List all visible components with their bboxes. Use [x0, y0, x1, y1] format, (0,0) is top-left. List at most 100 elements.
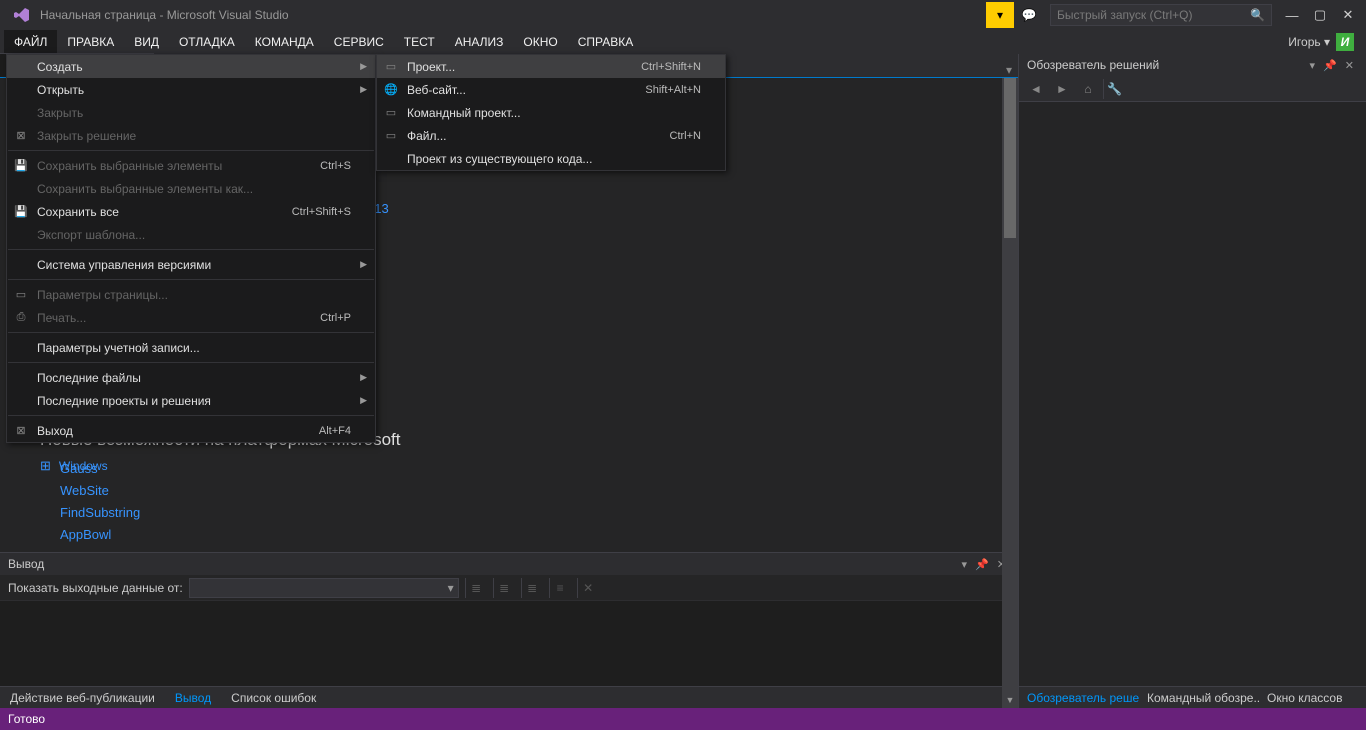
file-menu-item[interactable]: Последние файлы▶	[7, 366, 375, 389]
file-menu-item[interactable]: Создать ▶	[7, 55, 375, 78]
right-panel-tab[interactable]: Обозреватель реше...	[1019, 687, 1139, 708]
solution-explorer-title: Обозреватель решений	[1027, 58, 1159, 72]
new-menu-item[interactable]: ▭Командный проект...	[377, 101, 725, 124]
file-menu-item[interactable]: Система управления версиями ▶	[7, 253, 375, 276]
scroll-down-icon[interactable]: ▼	[1002, 692, 1018, 708]
menu-item-label: Система управления версиями	[37, 258, 211, 272]
output-btn-3[interactable]: ≣	[521, 578, 543, 598]
menu-item-icon: ▭	[383, 60, 399, 73]
scrollbar-thumb[interactable]	[1004, 78, 1016, 238]
vertical-scrollbar[interactable]: ▲ ▼	[1002, 78, 1018, 708]
menu-item-shortcut: Ctrl+Shift+S	[292, 206, 351, 218]
bottom-tab[interactable]: Действие веб-публикации	[0, 687, 165, 708]
chevron-right-icon: ▶	[360, 61, 367, 72]
chevron-right-icon: ▶	[360, 259, 367, 270]
file-menu-item[interactable]: Параметры учетной записи...	[7, 336, 375, 359]
solution-explorer-toolbar: ◄ ► ⌂ 🔧	[1019, 76, 1366, 102]
user-name: Игорь	[1288, 35, 1320, 49]
menu-item-shortcut: Ctrl+N	[670, 130, 701, 142]
recent-project-link[interactable]: AppBowl	[60, 524, 176, 546]
panel-pin-icon[interactable]: 📌	[1319, 59, 1341, 72]
recent-project-link[interactable]: Gauss	[60, 458, 176, 480]
output-btn-5[interactable]: ✕	[577, 578, 599, 598]
recent-project-link[interactable]: FindSubstring	[60, 502, 176, 524]
menu-item-label: Сохранить выбранные элементы как...	[37, 182, 253, 196]
menu-item-label: Создать	[37, 60, 83, 74]
file-menu-item[interactable]: ⊠ВыходAlt+F4	[7, 419, 375, 442]
close-button[interactable]: ✕	[1334, 2, 1362, 28]
menu-item-label: Открыть	[37, 83, 84, 97]
menu-item-label: Экспорт шаблона...	[37, 228, 145, 242]
output-toolbar: Показать выходные данные от: ▾ ≣ ≣ ≣ ≡ ✕	[0, 575, 1018, 601]
home-icon[interactable]: ⌂	[1077, 79, 1099, 99]
recent-project-link[interactable]: TRANSLANG_WEB	[60, 546, 176, 552]
menu-item-label: Печать...	[37, 311, 86, 325]
menu-вид[interactable]: ВИД	[124, 30, 169, 54]
menu-item-label: Командный проект...	[407, 106, 521, 120]
solution-explorer-body[interactable]	[1019, 102, 1366, 686]
menu-команда[interactable]: КОМАНДА	[245, 30, 324, 54]
output-body[interactable]	[0, 601, 1018, 686]
recent-project-link[interactable]: WebSite	[60, 480, 176, 502]
menu-окно[interactable]: ОКНО	[513, 30, 567, 54]
dropdown-icon[interactable]: ▾	[1006, 63, 1012, 77]
menu-правка[interactable]: ПРАВКА	[57, 30, 124, 54]
file-menu-item: Экспорт шаблона...	[7, 223, 375, 246]
output-btn-4[interactable]: ≡	[549, 578, 571, 598]
menu-отладка[interactable]: ОТЛАДКА	[169, 30, 245, 54]
panel-dropdown-icon[interactable]: ▾	[1306, 59, 1320, 72]
titlebar: Начальная страница - Microsoft Visual St…	[0, 0, 1366, 30]
notifications-icon[interactable]: 💬	[1016, 2, 1042, 28]
file-menu-item[interactable]: Открыть▶	[7, 78, 375, 101]
menu-item-label: Файл...	[407, 129, 447, 143]
bottom-tabs: Действие веб-публикацииВыводСписок ошибо…	[0, 686, 1018, 708]
bottom-tab[interactable]: Список ошибок	[221, 687, 326, 708]
panel-close-icon[interactable]: ✕	[1341, 59, 1358, 72]
menu-item-icon: ⎙	[13, 311, 29, 324]
menu-сервис[interactable]: СЕРВИС	[324, 30, 394, 54]
nav-back-icon[interactable]: ◄	[1025, 79, 1047, 99]
new-menu-item[interactable]: ▭Проект...Ctrl+Shift+N	[377, 55, 725, 78]
new-menu-item[interactable]: 🌐Веб-сайт...Shift+Alt+N	[377, 78, 725, 101]
menu-item-label: Параметры страницы...	[37, 288, 168, 302]
menu-item-shortcut: Ctrl+S	[320, 160, 351, 172]
right-panel-tab[interactable]: Окно классов	[1259, 687, 1350, 708]
menu-item-label: Закрыть	[37, 106, 83, 120]
platform-windows[interactable]: ⊞ Windows	[40, 458, 990, 474]
menu-item-label: Проект из существующего кода...	[407, 152, 592, 166]
output-btn-1[interactable]: ≣	[465, 578, 487, 598]
file-menu-item[interactable]: 💾Сохранить всеCtrl+Shift+S	[7, 200, 375, 223]
search-placeholder: Быстрый запуск (Ctrl+Q)	[1057, 8, 1250, 22]
nav-forward-icon[interactable]: ►	[1051, 79, 1073, 99]
properties-icon[interactable]: 🔧	[1103, 79, 1125, 99]
bottom-tab[interactable]: Вывод	[165, 687, 221, 708]
new-menu-item[interactable]: Проект из существующего кода...	[377, 147, 725, 170]
menu-item-label: Последние проекты и решения	[37, 394, 211, 408]
menu-справка[interactable]: СПРАВКА	[568, 30, 644, 54]
output-btn-2[interactable]: ≣	[493, 578, 515, 598]
file-menu-item: 💾Сохранить выбранные элементыCtrl+S	[7, 154, 375, 177]
menu-item-icon: ▭	[13, 288, 29, 301]
right-panel-tab[interactable]: Командный обозре...	[1139, 687, 1259, 708]
menu-анализ[interactable]: АНАЛИЗ	[445, 30, 514, 54]
new-submenu-dropdown: ▭Проект...Ctrl+Shift+N🌐Веб-сайт...Shift+…	[376, 54, 726, 171]
file-menu-item[interactable]: Последние проекты и решения▶	[7, 389, 375, 412]
menu-файл[interactable]: ФАЙЛ	[4, 30, 57, 54]
output-panel: Вывод ▾ 📌 ✕ Показать выходные данные от:…	[0, 552, 1018, 708]
user-account[interactable]: Игорь ▾ И	[1280, 30, 1362, 54]
quick-launch-search[interactable]: Быстрый запуск (Ctrl+Q) 🔍	[1050, 4, 1272, 26]
menu-item-shortcut: Shift+Alt+N	[645, 84, 701, 96]
menu-item-label: Проект...	[407, 60, 455, 74]
output-source-combo[interactable]: ▾	[189, 578, 459, 598]
menu-тест[interactable]: ТЕСТ	[394, 30, 445, 54]
file-menu-item: Сохранить выбранные элементы как...	[7, 177, 375, 200]
minimize-button[interactable]: —	[1278, 2, 1306, 28]
menu-item-label: Веб-сайт...	[407, 83, 466, 97]
maximize-button[interactable]: ▢	[1306, 2, 1334, 28]
new-menu-item[interactable]: ▭Файл...Ctrl+N	[377, 124, 725, 147]
panel-pin-icon[interactable]: 📌	[971, 558, 993, 571]
vs-logo-icon	[12, 5, 32, 25]
feedback-flag-icon[interactable]: ▾	[986, 2, 1014, 28]
menu-item-icon: ⊠	[13, 129, 29, 142]
panel-dropdown-icon[interactable]: ▾	[958, 558, 972, 571]
